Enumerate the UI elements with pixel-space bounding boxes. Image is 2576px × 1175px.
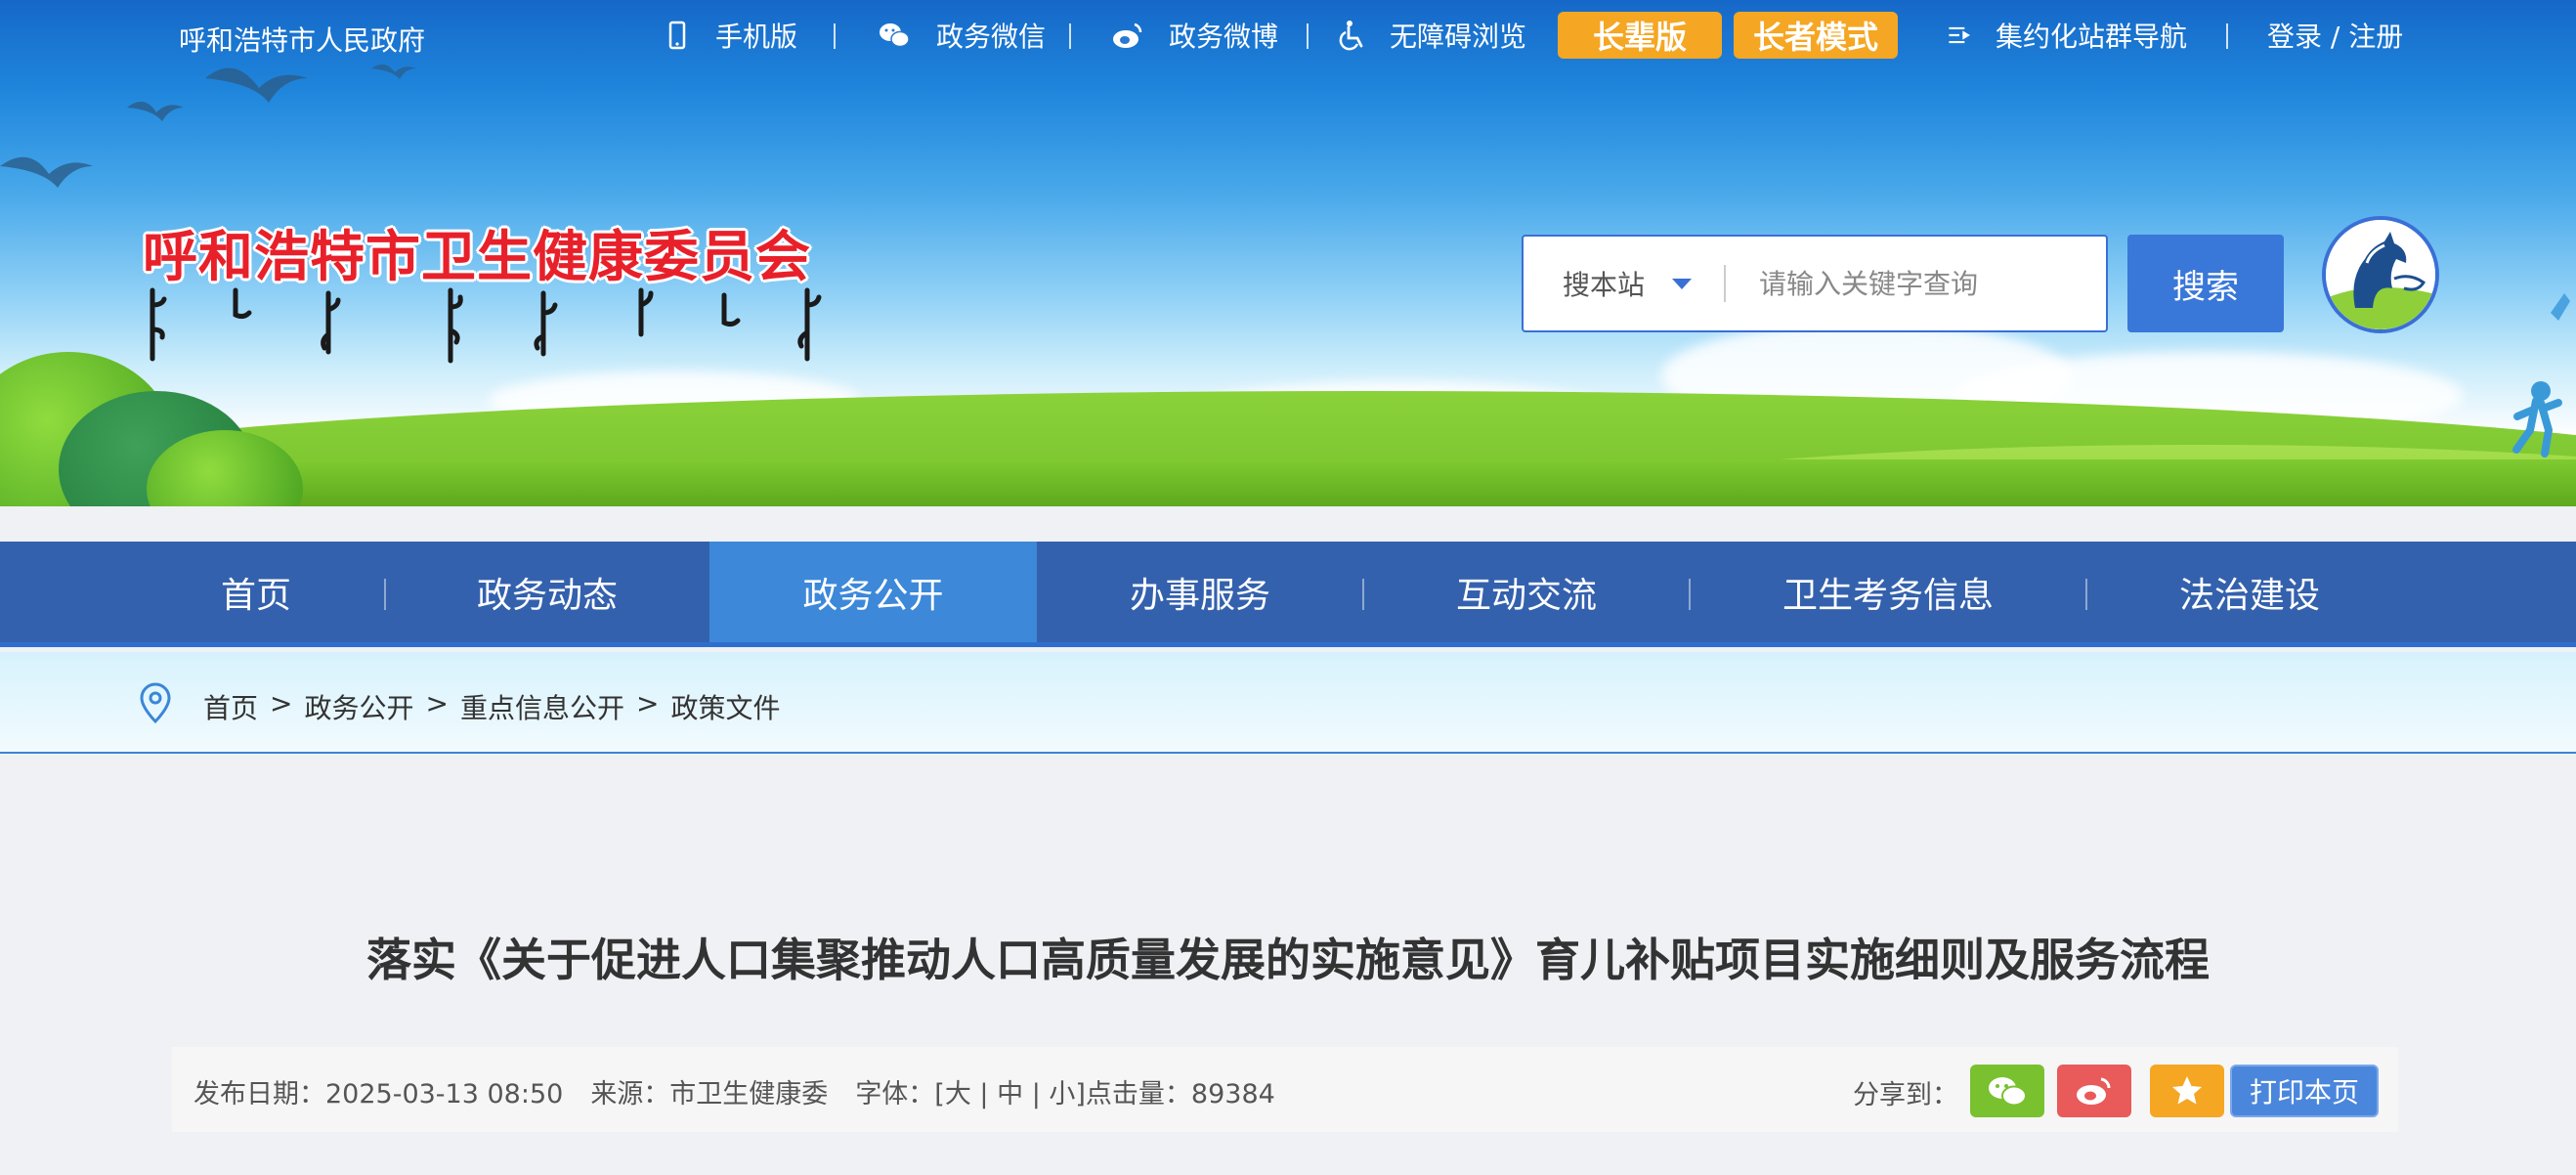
- font-size-and-views[interactable]: 字体：[大 | 中 | 小]点击量：89384: [855, 1072, 1274, 1110]
- article-source: 来源：市卫生健康委: [590, 1079, 829, 1110]
- breadcrumb-separator: >: [270, 687, 293, 719]
- wechat-icon: [880, 23, 910, 48]
- accessibility-link[interactable]: 无障碍浏览: [1335, 18, 1526, 53]
- location-pin-icon: [140, 682, 171, 724]
- share-label: 分享到：: [1853, 1080, 1958, 1110]
- runner-decoration-icon: [2512, 293, 2570, 457]
- site-group-nav-label: 集约化站群导航: [1996, 21, 2188, 53]
- wheelchair-icon: [1339, 21, 1363, 51]
- article-meta-bar: 发布日期：2025-03-13 08:50 来源：市卫生健康委 字体：[大 | …: [172, 1047, 2398, 1132]
- search-input[interactable]: [1726, 254, 2097, 313]
- weibo-label: 政务微博: [1169, 21, 1279, 53]
- search-scope-select[interactable]: 搜本站: [1524, 264, 1724, 303]
- topbar-divider: [2226, 23, 2228, 49]
- mobile-phone-icon: [668, 21, 686, 50]
- login-register-label: 登录 / 注册: [2267, 21, 2404, 53]
- share-weibo-button[interactable]: [2057, 1065, 2131, 1117]
- main-nav: 首页 政务动态 政务公开 办事服务 互动交流 卫生考务信息 法治建设: [0, 542, 2576, 647]
- list-menu-icon: [1949, 26, 1970, 44]
- breadcrumb-home[interactable]: 首页: [203, 687, 258, 726]
- search-button[interactable]: 搜索: [2127, 235, 2284, 332]
- weibo-icon: [1113, 22, 1142, 48]
- accessibility-label: 无障碍浏览: [1390, 21, 1527, 53]
- site-group-nav-link[interactable]: 集约化站群导航: [1945, 18, 2187, 53]
- topbar-divider: [834, 23, 836, 49]
- wechat-label: 政务微信: [936, 21, 1047, 53]
- login-register-link[interactable]: 登录 / 注册: [2267, 18, 2403, 53]
- publish-date: 发布日期：2025-03-13 08:50: [193, 1079, 564, 1110]
- share-wechat-button[interactable]: [1970, 1065, 2044, 1117]
- weibo-icon: [2077, 1077, 2111, 1105]
- star-icon: [2172, 1076, 2202, 1105]
- breadcrumb-separator: >: [635, 687, 660, 719]
- nav-item-home[interactable]: 首页: [166, 542, 346, 642]
- nav-item-interaction[interactable]: 互动交流: [1364, 542, 1689, 642]
- top-utility-bar: 呼和浩特市人民政府 手机版 政务微信 政务微博 无障碍浏览 长辈版 长者模式 集…: [0, 0, 2576, 72]
- caret-down-icon: [1672, 278, 1693, 289]
- article-meta: 发布日期：2025-03-13 08:50 来源：市卫生健康委 字体：[大 | …: [193, 1072, 1275, 1110]
- breadcrumb-separator: >: [425, 687, 449, 719]
- breadcrumb-government-disclosure[interactable]: 政务公开: [304, 687, 413, 726]
- search-scope-label: 搜本站: [1563, 269, 1646, 301]
- topbar-divider: [1307, 23, 1309, 49]
- breadcrumb-key-info[interactable]: 重点信息公开: [460, 687, 624, 726]
- nav-item-government-disclosure[interactable]: 政务公开: [709, 542, 1037, 642]
- favorite-button[interactable]: [2150, 1065, 2224, 1117]
- search-box: 搜本站: [1522, 235, 2108, 332]
- breadcrumb-policy-docs[interactable]: 政策文件: [670, 687, 780, 726]
- breadcrumb: 首页 > 政务公开 > 重点信息公开 > 政策文件: [203, 687, 780, 726]
- mobile-version-link[interactable]: 手机版: [661, 18, 797, 53]
- horse-emblem-icon: [2326, 220, 2435, 329]
- nav-item-health-exams[interactable]: 卫生考务信息: [1691, 542, 2085, 642]
- wechat-icon: [1989, 1077, 2027, 1107]
- nav-item-rule-of-law[interactable]: 法治建设: [2087, 542, 2412, 642]
- gov-portal-link[interactable]: 呼和浩特市人民政府: [179, 20, 425, 59]
- site-title: 呼和浩特市卫生健康委员会: [143, 226, 811, 289]
- article-title: 落实《关于促进人口集聚推动人口高质量发展的实施意见》育儿补贴项目实施细则及服务流…: [366, 934, 2210, 986]
- breadcrumb-bar: 首页 > 政务公开 > 重点信息公开 > 政策文件: [0, 652, 2576, 754]
- horse-emblem-logo: [2322, 216, 2439, 333]
- grass-strip: [0, 459, 2576, 506]
- wechat-link[interactable]: 政务微信: [874, 18, 1046, 53]
- nav-item-services[interactable]: 办事服务: [1038, 542, 1362, 642]
- elder-mode-button[interactable]: 长者模式: [1734, 12, 1898, 59]
- print-page-button[interactable]: 打印本页: [2230, 1065, 2379, 1117]
- elder-version-button[interactable]: 长辈版: [1558, 12, 1722, 59]
- topbar-divider: [1069, 23, 1071, 49]
- mongolian-script-logo: [150, 287, 822, 364]
- mobile-version-label: 手机版: [715, 21, 798, 53]
- nav-item-government-news[interactable]: 政务动态: [386, 542, 708, 642]
- birds-decoration-icon: [0, 64, 416, 188]
- weibo-link[interactable]: 政务微博: [1108, 18, 1278, 53]
